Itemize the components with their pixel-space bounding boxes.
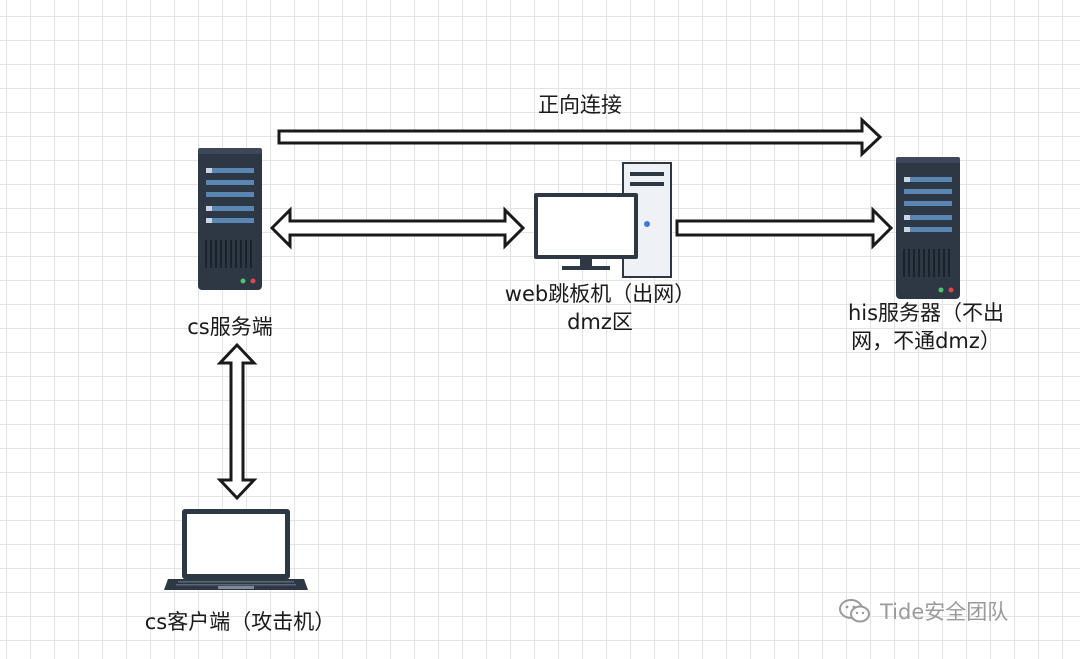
server-client-double-arrow [216,342,258,501]
web-jump-label-line2: dmz区 [567,310,633,334]
server-web-double-arrow [269,206,526,250]
watermark-text: Tide安全团队 [880,600,1009,624]
cs-client-laptop-icon [164,509,308,590]
web-jump-label-line1: web跳板机（出网） [504,282,696,306]
forward-connection-label: 正向连接 [538,93,622,117]
wechat-icon [839,599,870,623]
watermark: Tide安全团队 [838,596,1008,626]
web-his-arrow [675,206,894,250]
his-server-icon [896,157,960,299]
his-server-label-line2: 网，不通dmz） [851,329,1001,353]
cs-server-icon [198,148,262,290]
cs-client-label: cs客户端（攻击机） [144,610,336,634]
web-jump-host-icon [534,162,672,278]
cs-server-label: cs服务端 [187,315,273,339]
forward-connection-arrow [277,116,883,158]
his-server-label-line1: his服务器（不出 [847,301,1005,325]
